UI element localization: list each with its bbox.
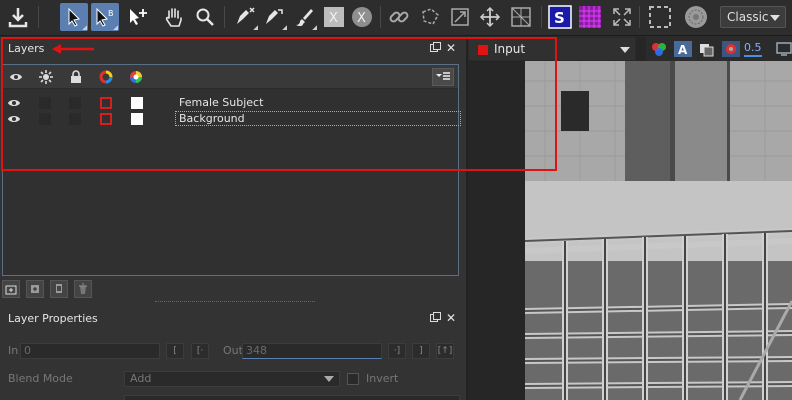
workspace-dropdown[interactable]: Classic: [720, 6, 786, 28]
layer-tool-buttons: [2, 280, 92, 298]
mask-view-icon[interactable]: [722, 41, 740, 57]
in-field[interactable]: 0: [20, 343, 160, 359]
next-field[interactable]: [124, 395, 460, 400]
out-go-button[interactable]: ·]: [388, 343, 406, 359]
chevron-down-icon: [324, 376, 334, 382]
stencil-button[interactable]: S: [546, 3, 574, 31]
scale-button[interactable]: [446, 3, 474, 31]
zoom-tool-button[interactable]: [191, 3, 219, 31]
link-icon: [389, 11, 409, 23]
s-stencil-icon: S: [548, 5, 572, 29]
zoom-magnifier-icon: [196, 8, 214, 26]
zoom-value[interactable]: 0.5: [744, 41, 762, 57]
svg-text:X: X: [357, 11, 366, 26]
workspace-dropdown-value: Classic: [727, 10, 769, 24]
pen-link-button[interactable]: [260, 3, 288, 31]
toolbar-separator: [38, 6, 39, 28]
in-set-button[interactable]: [: [166, 343, 184, 359]
lasso-icon: [422, 8, 439, 25]
fit-view-button[interactable]: [608, 3, 636, 31]
out-trim-button[interactable]: [↑]: [436, 343, 454, 359]
alpha-channel-icon[interactable]: A: [674, 41, 692, 57]
layer-properties-title: Layer Properties: [8, 312, 98, 325]
select-bezier-icon: B: [96, 7, 114, 27]
grid-icon: [579, 6, 601, 28]
app-window: B X X S Classic Layers ✕ Female Subject …: [0, 0, 792, 400]
hand-pan-icon: [165, 8, 182, 27]
next-row: [0, 393, 466, 400]
blend-mode-dropdown[interactable]: Add: [124, 371, 340, 387]
svg-text:A: A: [678, 43, 688, 57]
bezier-select-button[interactable]: B: [91, 3, 119, 31]
viewer-toolbar: A 0.5: [646, 37, 792, 61]
transform-grid-icon: [511, 7, 531, 27]
layer-properties-header: Layer Properties ✕: [0, 309, 466, 329]
duplicate-icon: [56, 284, 62, 293]
toolbar-separator: [224, 6, 225, 28]
export-button[interactable]: [4, 3, 32, 31]
svg-text:S: S: [554, 9, 565, 27]
in-label: In: [8, 344, 19, 357]
chevron-down-icon: [770, 15, 780, 21]
highlight-box: [1, 37, 557, 171]
footage-image[interactable]: [525, 61, 792, 400]
circle-target-icon: [685, 6, 707, 28]
annotation-arrow-icon: [52, 44, 94, 54]
invert-checkbox[interactable]: [347, 373, 359, 385]
out-label: Out: [223, 344, 243, 357]
in-go-button[interactable]: [·: [191, 343, 209, 359]
blend-mode-value: Add: [130, 372, 152, 385]
chevron-down-icon: [620, 47, 630, 53]
target-button[interactable]: [682, 3, 710, 31]
clear-square-button[interactable]: X: [320, 3, 348, 31]
main-toolbar: B X X S Classic: [0, 0, 792, 36]
toolbar-separator: [380, 6, 381, 28]
move-button[interactable]: [476, 3, 504, 31]
select-tool-button[interactable]: [60, 3, 88, 31]
x-square-icon: X: [324, 7, 344, 27]
blend-mode-label: Blend Mode: [8, 372, 73, 385]
out-field[interactable]: 348: [242, 343, 382, 359]
overlay-mode-icon[interactable]: [698, 41, 716, 57]
close-icon[interactable]: ✕: [446, 312, 456, 324]
grid-overlay-button[interactable]: [576, 3, 604, 31]
monitor-icon[interactable]: [776, 41, 792, 57]
transform-grid-button[interactable]: [507, 3, 535, 31]
region-button[interactable]: [646, 3, 674, 31]
add-layer-icon: [5, 285, 17, 295]
pen-delete-button[interactable]: [231, 3, 259, 31]
select-arrow-icon: [68, 7, 81, 27]
download-icon: [8, 8, 28, 28]
scale-icon: [451, 8, 469, 26]
panel-splitter-handle[interactable]: [155, 301, 315, 302]
subway-platform-image: [525, 61, 792, 400]
clear-circle-button[interactable]: X: [348, 3, 376, 31]
add-layer-button[interactable]: [2, 280, 20, 298]
brush-button[interactable]: [290, 3, 318, 31]
svg-text:X: X: [329, 11, 338, 26]
dashed-rect-icon: [649, 6, 671, 28]
float-panel-icon[interactable]: [429, 312, 441, 322]
toolbar-separator: [541, 6, 542, 28]
rgb-channels-icon[interactable]: [650, 41, 668, 57]
invert-label: Invert: [366, 372, 399, 385]
add-folder-icon: [31, 285, 39, 293]
trash-icon: [79, 283, 87, 294]
out-set-button[interactable]: ]: [412, 343, 430, 359]
add-folder-button[interactable]: [26, 280, 44, 298]
delete-layer-button[interactable]: [74, 280, 92, 298]
link-button[interactable]: [385, 3, 413, 31]
move-icon: [479, 6, 501, 28]
add-point-button[interactable]: [124, 3, 152, 31]
toolbar-separator: [639, 6, 640, 28]
fit-icon: [613, 8, 631, 26]
x-circle-icon: X: [352, 7, 372, 27]
hand-tool-button[interactable]: [160, 3, 188, 31]
duplicate-layer-button[interactable]: [50, 280, 68, 298]
in-out-row: In 0 [ [· Out 348 ·] ] [↑]: [0, 341, 466, 361]
blend-mode-row: Blend Mode Add Invert: [0, 369, 466, 389]
svg-text:B: B: [108, 9, 114, 18]
lasso-button[interactable]: [416, 3, 444, 31]
add-point-icon: [130, 9, 147, 25]
